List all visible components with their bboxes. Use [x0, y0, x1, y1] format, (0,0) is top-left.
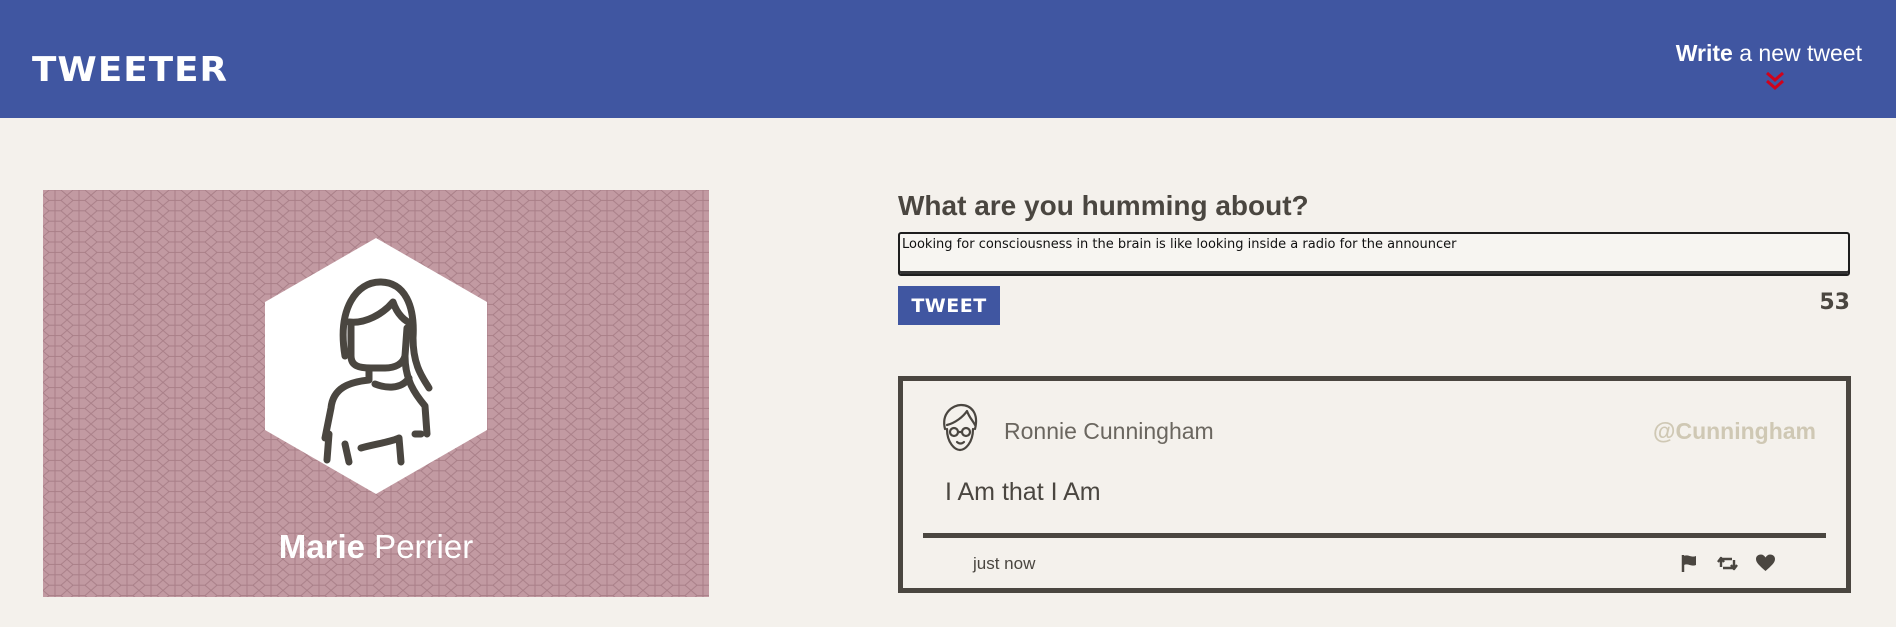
man-with-glasses-avatar-icon — [943, 403, 978, 452]
tweet-timestamp: just now — [973, 554, 1036, 573]
woman-avatar-icon — [265, 238, 487, 494]
tweet-divider — [923, 533, 1826, 538]
write-link-rest: a new tweet — [1732, 40, 1862, 66]
profile-name: Marie Perrier — [43, 528, 709, 566]
heart-icon[interactable] — [1755, 553, 1776, 574]
tweet-author: Ronnie Cunningham — [1004, 418, 1214, 444]
tweet-handle[interactable]: @Cunningham — [1653, 418, 1816, 445]
write-new-tweet-link[interactable]: Write a new tweet — [1676, 40, 1862, 67]
tweet-actions — [1679, 553, 1776, 575]
tweet-button[interactable]: TWEET — [898, 286, 1000, 325]
char-counter: 53 — [1819, 290, 1850, 315]
compose-title: What are you humming about? — [898, 190, 1309, 221]
tweet-textarea[interactable]: Looking for consciousness in the brain i… — [898, 232, 1850, 276]
double-chevron-down-icon[interactable] — [1764, 70, 1786, 92]
write-link-bold: Write — [1675, 40, 1733, 66]
tweet-text: I Am that I Am — [945, 478, 1101, 506]
top-nav: TWEETER Write a new tweet — [0, 0, 1896, 118]
app-logo[interactable]: TWEETER — [32, 50, 228, 90]
tweet-card: Ronnie Cunningham @Cunningham I Am that … — [898, 376, 1851, 593]
profile-last-name: Perrier — [365, 528, 474, 565]
flag-icon[interactable] — [1679, 553, 1700, 574]
profile-first-name: Marie — [278, 528, 366, 565]
retweet-icon[interactable] — [1717, 553, 1738, 574]
